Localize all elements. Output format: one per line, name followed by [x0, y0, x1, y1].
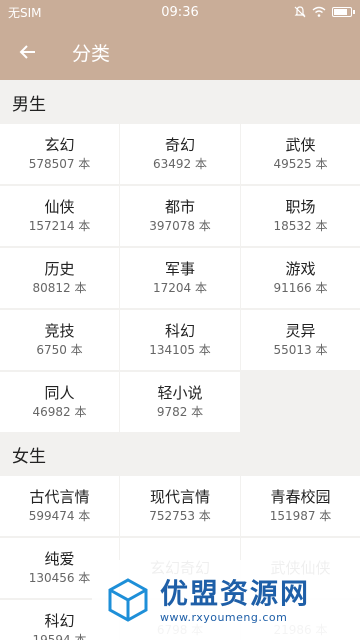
- category-count: 18532 本: [273, 219, 328, 233]
- category-item[interactable]: 武侠 49525 本: [241, 124, 360, 184]
- category-name: 竞技: [44, 322, 75, 340]
- page-title: 分类: [72, 42, 111, 65]
- category-item[interactable]: 现代言情 752753 本: [120, 476, 240, 536]
- section-header-female: 女生: [12, 446, 46, 467]
- category-name: 玄幻: [44, 136, 75, 154]
- category-count: 9782 本: [156, 405, 204, 419]
- category-count: 397078 本: [149, 219, 211, 233]
- category-name: 纯爱: [44, 550, 75, 568]
- category-name: 灵异: [285, 322, 316, 340]
- category-name: 都市: [164, 198, 195, 216]
- category-count: 578507 本: [28, 157, 91, 171]
- category-name: 现代言情: [149, 488, 210, 506]
- category-item[interactable]: 军事 17204 本: [120, 248, 240, 308]
- category-count: 17204 本: [153, 281, 207, 295]
- clock: 09:36: [161, 4, 199, 20]
- category-name: 古代言情: [29, 488, 90, 506]
- section-header-male: 男生: [12, 94, 46, 115]
- category-grid-male: 玄幻 578507 本 奇幻 63492 本 武侠 49525 本仙侠 157214 本 都市…: [0, 124, 360, 432]
- category-name: 科幻: [164, 322, 195, 340]
- category-name: 武侠: [285, 136, 316, 154]
- cube-logo-icon: [108, 578, 148, 622]
- category-name: 轻小说: [157, 384, 203, 402]
- category-item[interactable]: 科幻 134105 本: [120, 310, 240, 370]
- status-bar: 无SIM 09:36: [0, 0, 360, 24]
- category-count: 151987 本: [269, 509, 332, 523]
- category-count: 19594 本: [32, 633, 87, 640]
- category-name: 奇幻: [164, 136, 195, 154]
- category-list[interactable]: 男生 玄幻 578507 本 奇幻 63492 本 武侠 49525 本仙侠 157214 …: [0, 80, 360, 640]
- category-count: 80812 本: [32, 281, 87, 295]
- category-item[interactable]: 灵异 55013 本: [241, 310, 360, 370]
- category-name: 历史: [44, 260, 75, 278]
- battery-icon: [332, 7, 355, 17]
- watermark: 优盟资源网 www.rxyoumeng.com: [92, 560, 360, 640]
- category-name: 仙侠: [44, 198, 75, 216]
- category-item[interactable]: 仙侠 157214 本: [0, 186, 119, 246]
- category-name: 同人: [44, 384, 75, 402]
- category-count: 130456 本: [28, 571, 91, 585]
- category-count: 46982 本: [32, 405, 87, 419]
- category-count: 49525 本: [273, 157, 328, 171]
- arrow-left-icon: [19, 45, 35, 59]
- category-count: 134105 本: [149, 343, 211, 357]
- category-count: 63492 本: [153, 157, 207, 171]
- category-count: 55013 本: [273, 343, 328, 357]
- category-item[interactable]: 职场 18532 本: [241, 186, 360, 246]
- category-name: 青春校园: [270, 488, 331, 506]
- category-count: 91166 本: [273, 281, 328, 295]
- category-item[interactable]: 同人 46982 本: [0, 372, 119, 432]
- category-item[interactable]: 竞技 6750 本: [0, 310, 119, 370]
- category-item[interactable]: 玄幻 578507 本: [0, 124, 119, 184]
- watermark-url: www.rxyoumeng.com: [160, 610, 288, 624]
- category-name: 职场: [285, 198, 316, 216]
- category-name: 科幻: [44, 612, 75, 630]
- category-item[interactable]: 历史 80812 本: [0, 248, 119, 308]
- category-item[interactable]: 青春校园 151987 本: [241, 476, 360, 536]
- category-item[interactable]: 轻小说 9782 本: [120, 372, 240, 432]
- category-count: 6750 本: [36, 343, 83, 357]
- category-count: 752753 本: [149, 509, 211, 523]
- category-count: 599474 本: [28, 509, 91, 523]
- category-count: 157214 本: [28, 219, 91, 233]
- app-bar: 分类: [0, 24, 360, 80]
- category-item[interactable]: 奇幻 63492 本: [120, 124, 240, 184]
- category-name: 军事: [164, 260, 195, 278]
- category-item[interactable]: 古代言情 599474 本: [0, 476, 119, 536]
- category-item[interactable]: 游戏 91166 本: [241, 248, 360, 308]
- category-item[interactable]: 都市 397078 本: [120, 186, 240, 246]
- watermark-title: 优盟资源网: [160, 576, 311, 610]
- category-name: 游戏: [285, 260, 316, 278]
- back-button[interactable]: [0, 24, 56, 80]
